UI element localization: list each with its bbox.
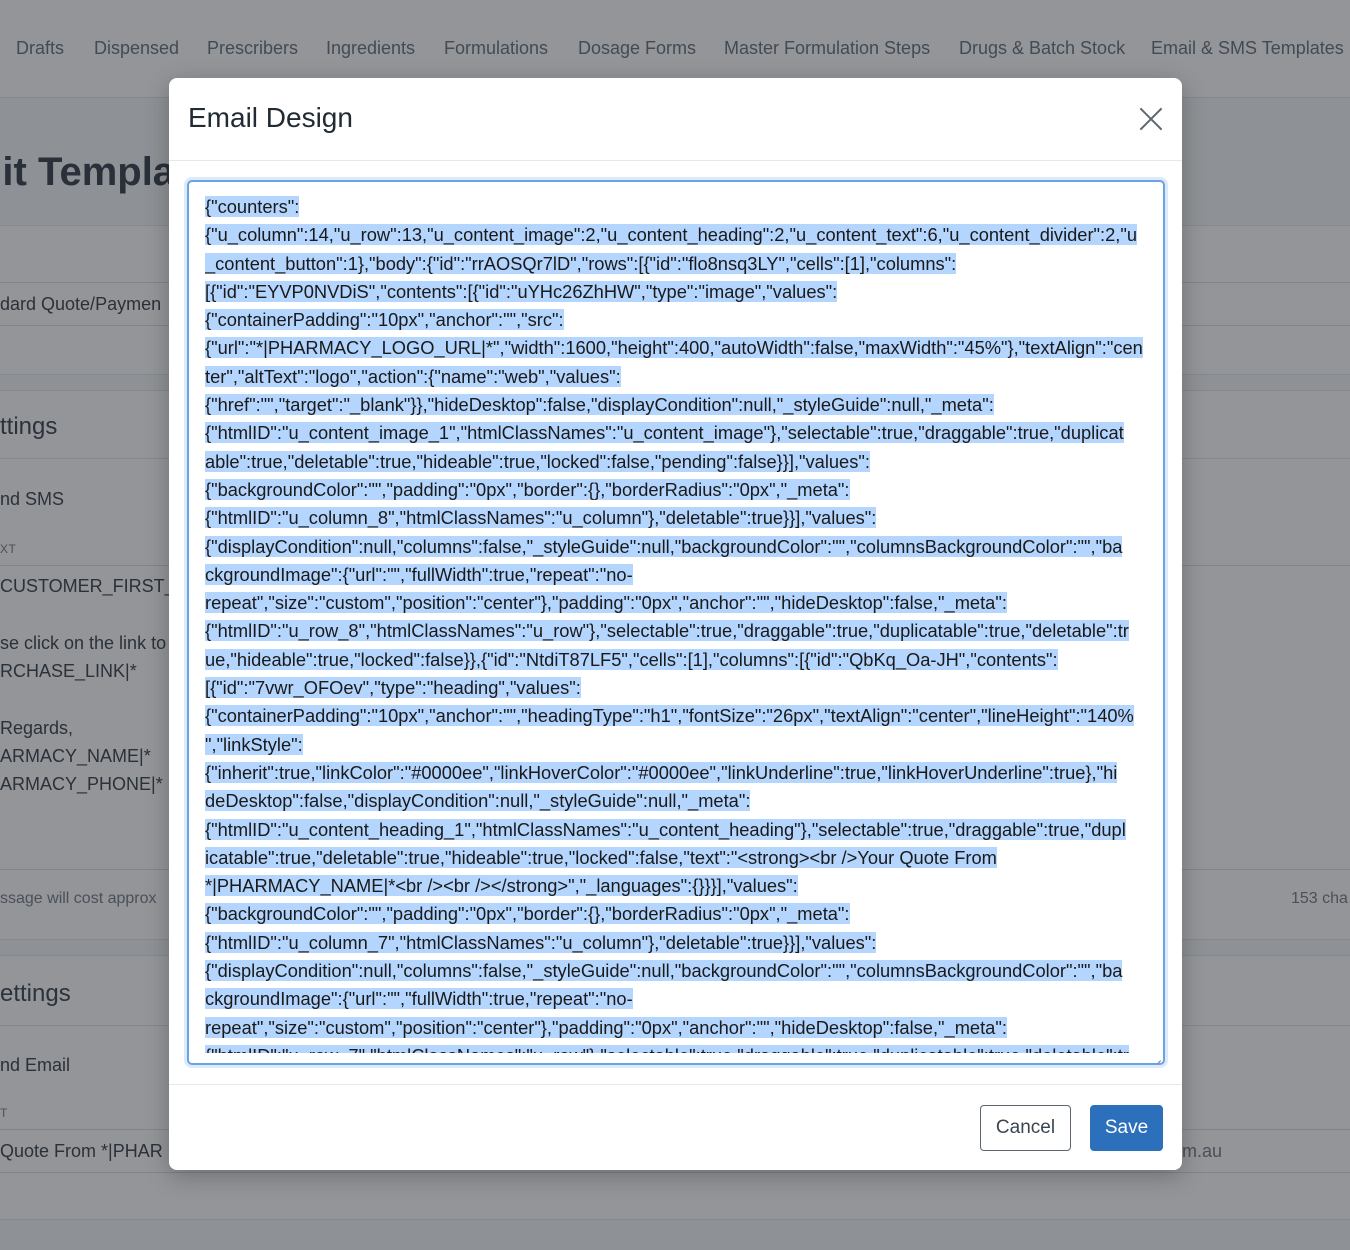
json-text-line: {"containerPadding":"10px","anchor":"","…	[205, 702, 1149, 730]
json-text-line: ter","altText":"logo","action":{"name":"…	[205, 363, 1149, 391]
json-text-line-content: {"counters":	[205, 196, 300, 217]
json-text-line: _content_button":1},"body":{"id":"rrAOSQ…	[205, 250, 1149, 278]
json-text-line-content: {"htmlID":"u_column_7","htmlClassNames":…	[205, 931, 877, 953]
json-text-line: {"inherit":true,"linkColor":"#0000ee","l…	[205, 759, 1149, 787]
json-text-line-content: {"backgroundColor":"","padding":"0px","b…	[205, 903, 850, 925]
json-text-line-content: _content_button":1},"body":{"id":"rrAOSQ…	[205, 252, 957, 274]
json-text-line: ckgroundImage":{"url":"","fullWidth":tru…	[205, 561, 1149, 589]
json-text-line-content: {"displayCondition":null,"columns":false…	[205, 960, 1123, 982]
json-text-line: {"u_column":14,"u_row":13,"u_content_ima…	[205, 221, 1149, 249]
modal-title: Email Design	[188, 102, 353, 133]
json-text-line: {"displayCondition":null,"columns":false…	[205, 533, 1149, 561]
json-text-line: {"htmlID":"u_column_7","htmlClassNames":…	[205, 929, 1149, 957]
resize-handle-icon[interactable]	[1151, 1051, 1161, 1061]
json-text-line-content: {"containerPadding":"10px","anchor":"","…	[205, 309, 564, 331]
modal-footer: Cancel Save	[169, 1084, 1182, 1170]
json-text-line-content: {"displayCondition":null,"columns":false…	[205, 535, 1123, 557]
modal-header: Email Design	[169, 78, 1182, 161]
json-text-line-content: ue,"hideable":true,"locked":false}},{"id…	[205, 648, 1058, 670]
json-text-line-content: able":true,"deletable":true,"hideable":t…	[205, 450, 870, 472]
json-text-line: repeat","size":"custom","position":"cent…	[205, 589, 1149, 617]
json-text-line: repeat","size":"custom","position":"cent…	[205, 1014, 1149, 1042]
json-text-line-content: *|PHARMACY_NAME|*<br /><br /></strong>",…	[205, 875, 798, 897]
json-text-line: [{"id":"EYVP0NVDiS","contents":[{"id":"u…	[205, 278, 1149, 306]
json-text-line: *|PHARMACY_NAME|*<br /><br /></strong>",…	[205, 872, 1149, 900]
json-text-line-content: ter","altText":"logo","action":{"name":"…	[205, 365, 621, 387]
email-design-json-textarea[interactable]: {"counters": {"u_column":14,"u_row":13,"u…	[187, 180, 1165, 1065]
json-text-line: ckgroundImage":{"url":"","fullWidth":tru…	[205, 985, 1149, 1013]
json-text-line-content: ckgroundImage":{"url":"","fullWidth":tru…	[205, 563, 633, 585]
json-text-line-content: {"htmlID":"u_column_8","htmlClassNames":…	[205, 507, 877, 529]
json-text-line-content: {"inherit":true,"linkColor":"#0000ee","l…	[205, 761, 1118, 783]
json-text-line-content: [{"id":"7vwr_OFOev","type":"heading","va…	[205, 677, 581, 699]
json-text-line-content: repeat","size":"custom","position":"cent…	[205, 592, 1007, 614]
json-content: {"counters": {"u_column":14,"u_row":13,"u…	[205, 193, 1149, 1053]
json-text-line: {"containerPadding":"10px","anchor":"","…	[205, 306, 1149, 334]
json-text-line: deDesktop":false,"displayCondition":null…	[205, 787, 1149, 815]
json-text-line-content: {"u_column":14,"u_row":13,"u_content_ima…	[205, 224, 1138, 246]
json-text-line: {"backgroundColor":"","padding":"0px","b…	[205, 900, 1149, 928]
json-text-line: able":true,"deletable":true,"hideable":t…	[205, 448, 1149, 476]
json-text-line: {"url":"*|PHARMACY_LOGO_URL|*","width":1…	[205, 334, 1149, 362]
json-text-line: {"href":"","target":"_blank"}},"hideDesk…	[205, 391, 1149, 419]
json-text-line-content: [{"id":"EYVP0NVDiS","contents":[{"id":"u…	[205, 280, 838, 302]
json-text-line-content: {"backgroundColor":"","padding":"0px","b…	[205, 478, 850, 500]
json-text-line: {"htmlID":"u_column_8","htmlClassNames":…	[205, 504, 1149, 532]
json-text-line: {"htmlID":"u_content_heading_1","htmlCla…	[205, 816, 1149, 844]
json-text-line-content: ","linkStyle":	[205, 733, 303, 755]
json-text-line-content: {"htmlID":"u_content_heading_1","htmlCla…	[205, 818, 1126, 840]
email-design-modal: Email Design {"counters": {"u_column":14,…	[169, 78, 1182, 1170]
json-text-line-content: {"containerPadding":"10px","anchor":"","…	[205, 705, 1134, 727]
json-text-line: {"htmlID":"u_row_7","htmlClassNames":"u_…	[205, 1042, 1149, 1053]
json-text-line: {"htmlID":"u_content_image_1","htmlClass…	[205, 419, 1149, 447]
save-button[interactable]: Save	[1090, 1105, 1163, 1151]
json-text-line-content: icatable":true,"deletable":true,"hideabl…	[205, 846, 997, 868]
json-text-line: icatable":true,"deletable":true,"hideabl…	[205, 844, 1149, 872]
json-text-line: {"counters":	[205, 193, 1149, 221]
json-text-line-content: {"href":"","target":"_blank"}},"hideDesk…	[205, 394, 994, 416]
json-text-line-content: deDesktop":false,"displayCondition":null…	[205, 790, 751, 812]
cancel-button[interactable]: Cancel	[980, 1105, 1071, 1151]
json-text-line: [{"id":"7vwr_OFOev","type":"heading","va…	[205, 674, 1149, 702]
json-text-line: {"backgroundColor":"","padding":"0px","b…	[205, 476, 1149, 504]
json-text-line: {"htmlID":"u_row_8","htmlClassNames":"u_…	[205, 617, 1149, 645]
json-text-line-content: {"htmlID":"u_row_8","htmlClassNames":"u_…	[205, 620, 1129, 642]
json-text-line: ","linkStyle":	[205, 731, 1149, 759]
json-text-line-content: ckgroundImage":{"url":"","fullWidth":tru…	[205, 988, 633, 1010]
json-text-line-content: {"htmlID":"u_row_7","htmlClassNames":"u_…	[205, 1044, 1129, 1053]
json-text-line-content: repeat","size":"custom","position":"cent…	[205, 1016, 1007, 1038]
json-text-line: ue,"hideable":true,"locked":false}},{"id…	[205, 646, 1149, 674]
json-text-line-content: {"htmlID":"u_content_image_1","htmlClass…	[205, 422, 1124, 444]
json-text-line: {"displayCondition":null,"columns":false…	[205, 957, 1149, 985]
json-text-line-content: {"url":"*|PHARMACY_LOGO_URL|*","width":1…	[205, 337, 1143, 359]
close-icon[interactable]	[1138, 106, 1164, 132]
